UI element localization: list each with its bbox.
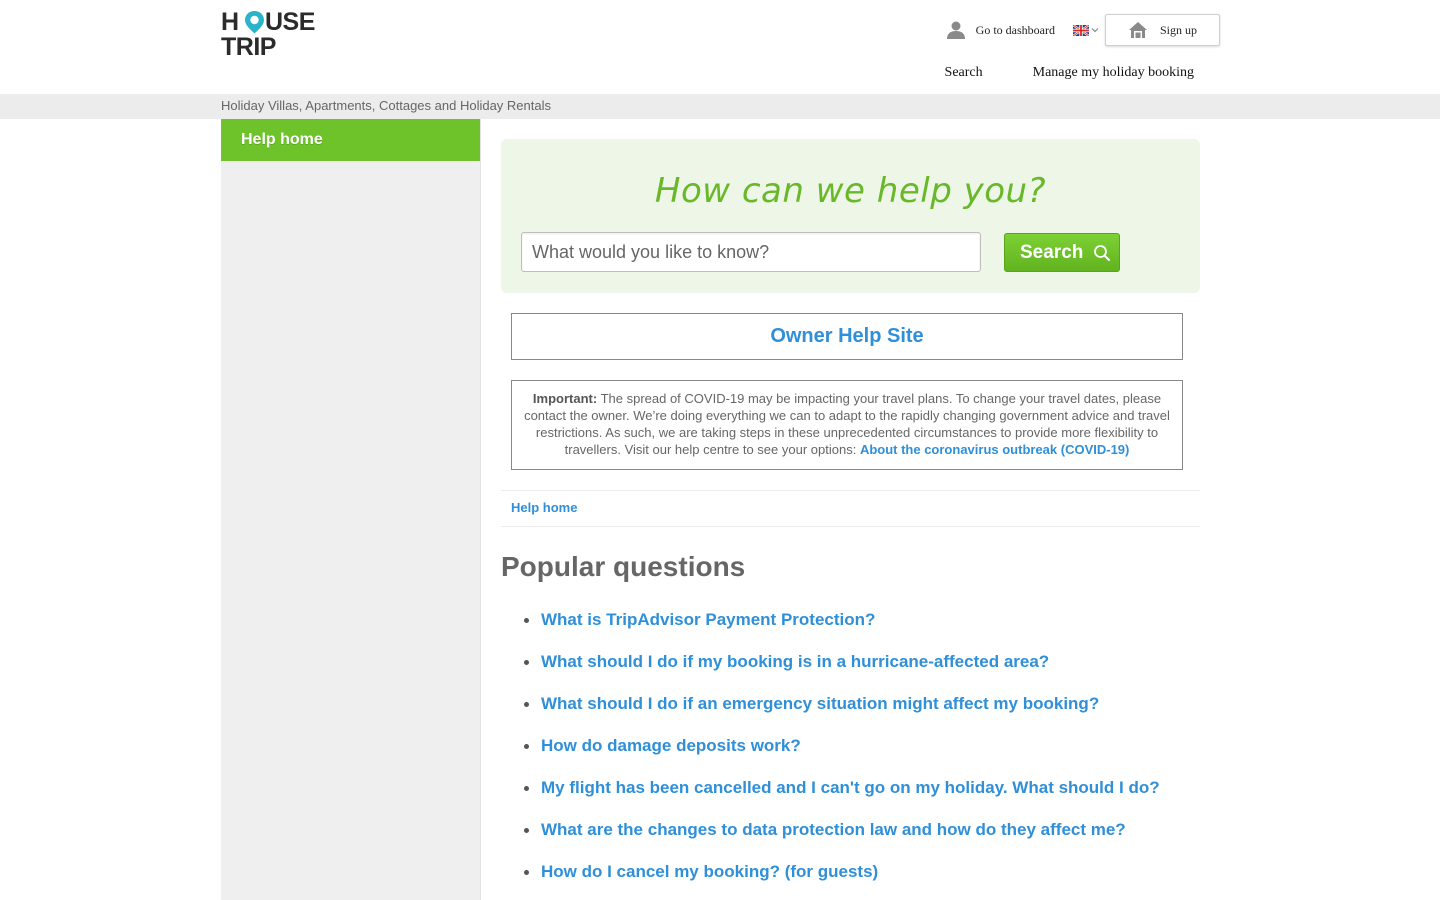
sign-up-label: Sign up (1160, 22, 1198, 37)
user-icon (946, 21, 965, 39)
search-button-label: Search (1020, 241, 1084, 263)
chevron-down-icon (1091, 28, 1099, 33)
tagline-bar: Holiday Villas, Apartments, Cottages and… (0, 94, 1440, 119)
main-nav: Search Manage my holiday booking (945, 65, 1194, 81)
search-icon (1094, 244, 1111, 261)
breadcrumb: Help home (501, 490, 1200, 527)
covid-notice: Important: The spread of COVID-19 may be… (511, 380, 1183, 470)
nav-manage-booking[interactable]: Manage my holiday booking (1033, 65, 1194, 81)
question-link[interactable]: What are the changes to data protection … (521, 819, 1201, 861)
help-search-input[interactable] (521, 232, 981, 272)
sign-up-button[interactable]: Sign up (1105, 14, 1220, 46)
nav-search[interactable]: Search (945, 65, 983, 81)
logo-text-use: USE (265, 8, 315, 36)
help-search-panel: How can we help you? Search (501, 139, 1200, 293)
owner-help-site-link[interactable]: Owner Help Site (511, 313, 1183, 360)
question-link[interactable]: What should I do if an emergency situati… (521, 693, 1201, 735)
uk-flag-icon (1073, 24, 1089, 36)
question-link[interactable]: What is TripAdvisor Payment Protection? (521, 609, 1201, 651)
question-link[interactable]: How do I cancel my booking? (for guests) (521, 861, 1201, 900)
site-header: H USE TRIP Go to dashboard Sign up Searc… (0, 0, 1440, 94)
search-button[interactable]: Search (1004, 233, 1120, 272)
go-to-dashboard-link[interactable]: Go to dashboard (946, 20, 1055, 40)
housetrip-logo[interactable]: H USE TRIP (221, 10, 321, 60)
question-link[interactable]: What should I do if my booking is in a h… (521, 651, 1201, 693)
covid-info-link[interactable]: About the coronavirus outbreak (COVID-19… (860, 442, 1129, 457)
logo-text-trip: TRIP (221, 33, 276, 61)
language-selector[interactable] (1073, 20, 1100, 40)
breadcrumb-help-home[interactable]: Help home (511, 500, 577, 515)
sidebar-item-help-home[interactable]: Help home (221, 119, 480, 161)
notice-label: Important: (532, 391, 598, 406)
account-links: Go to dashboard Sign up (946, 14, 1220, 46)
popular-questions-list: What is TripAdvisor Payment Protection? … (521, 609, 1201, 900)
house-icon (1129, 22, 1147, 38)
popular-questions-heading: Popular questions (501, 551, 746, 582)
help-sidebar: Help home (221, 119, 481, 900)
logo-text-h: H (221, 8, 239, 36)
hero-title: How can we help you? (654, 171, 1047, 211)
dashboard-label: Go to dashboard (975, 22, 1055, 37)
map-pin-icon (245, 11, 264, 34)
question-link[interactable]: How do damage deposits work? (521, 735, 1201, 777)
question-link[interactable]: My flight has been cancelled and I can't… (521, 777, 1201, 819)
tagline-text: Holiday Villas, Apartments, Cottages and… (221, 98, 551, 113)
